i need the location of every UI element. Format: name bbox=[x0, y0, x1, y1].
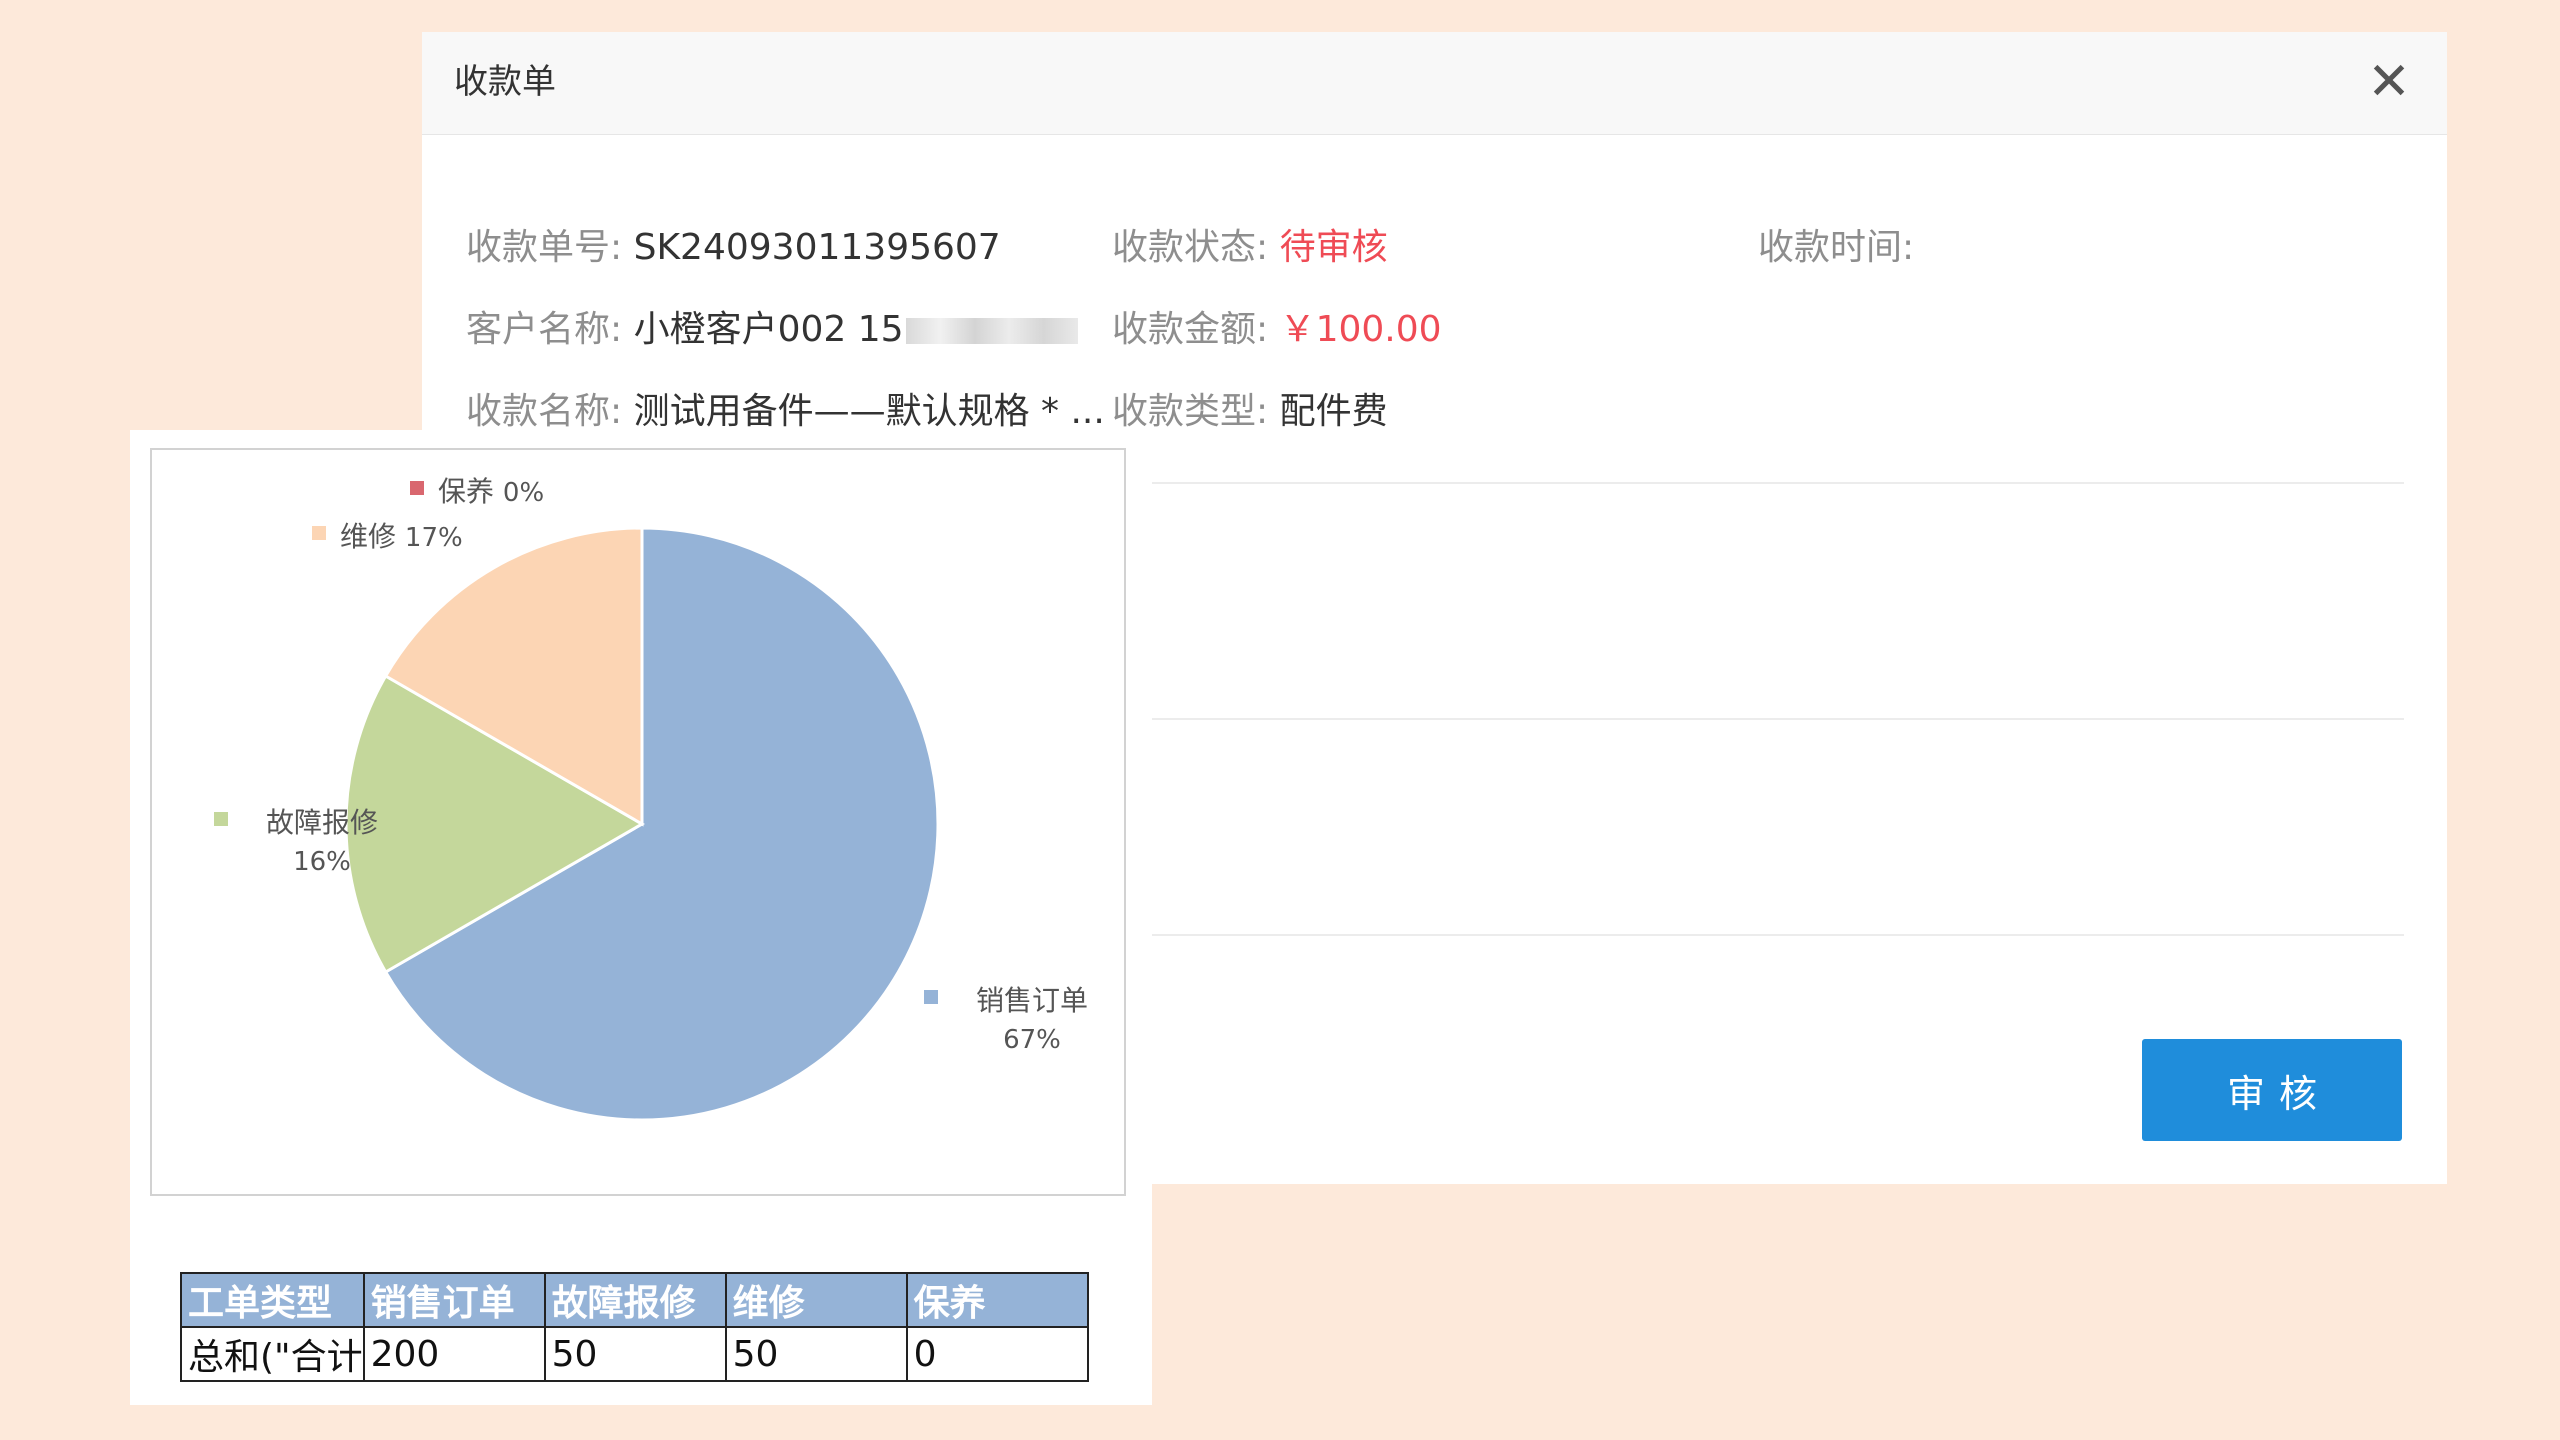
table-cell: 0 bbox=[905, 1326, 1089, 1382]
amount-label: 收款金额: bbox=[1112, 309, 1269, 350]
pie-label: 销售订单 bbox=[976, 984, 1088, 1017]
customer-value: 小橙客户002 15 bbox=[633, 309, 904, 350]
pie-label: 维修 17% bbox=[340, 520, 463, 553]
divider bbox=[1152, 718, 2404, 720]
masked-phone bbox=[905, 318, 1078, 344]
table-cell: 总和("合计 bbox=[180, 1326, 365, 1382]
pie-chart: 67% 销售订单 16% 故障报修 维修 17% 保养 0% bbox=[214, 475, 1088, 1122]
data-table: 工单类型 销售订单 故障报修 维修 保养 总和("合计 200 50 50 0 bbox=[180, 1272, 1089, 1382]
table-header-cell: 工单类型 bbox=[180, 1272, 365, 1328]
table-cell: 200 bbox=[362, 1326, 546, 1382]
status-field: 收款状态: 待审核 bbox=[1112, 218, 1388, 270]
name-field: 收款名称: 测试用备件——默认规格 * ... bbox=[466, 382, 1105, 434]
dialog-title: 收款单 bbox=[454, 62, 556, 102]
time-label: 收款时间: bbox=[1758, 227, 1915, 268]
pie-chart-frame: 67% 销售订单 16% 故障报修 维修 17% 保养 0% bbox=[150, 448, 1126, 1196]
type-value: 配件费 bbox=[1279, 391, 1388, 432]
divider bbox=[1152, 482, 2404, 484]
table-header-row: 工单类型 销售订单 故障报修 维修 保养 bbox=[180, 1272, 1089, 1328]
table-row: 总和("合计 200 50 50 0 bbox=[180, 1326, 1089, 1382]
legend-swatch bbox=[924, 990, 938, 1004]
table-cell: 50 bbox=[724, 1326, 908, 1382]
legend-swatch bbox=[410, 481, 424, 495]
status-value: 待审核 bbox=[1279, 227, 1388, 268]
amount-value: ￥100.00 bbox=[1279, 309, 1442, 350]
table-cell: 50 bbox=[543, 1326, 727, 1382]
customer-label: 客户名称: bbox=[466, 309, 623, 350]
chart-overlay: 67% 销售订单 16% 故障报修 维修 17% 保养 0% 工单类型 销售订单 故障报修… bbox=[130, 430, 1152, 1405]
pie-percent-label: 16% bbox=[293, 847, 351, 877]
status-label: 收款状态: bbox=[1112, 227, 1269, 268]
legend-swatch bbox=[214, 812, 228, 826]
table-header-cell: 维修 bbox=[724, 1272, 908, 1328]
order-no-field: 收款单号: SK24093011395607 bbox=[466, 218, 1001, 270]
pie-label: 保养 0% bbox=[438, 475, 544, 508]
amount-field: 收款金额: ￥100.00 bbox=[1112, 300, 1442, 352]
pie-percent-label: 67% bbox=[1003, 1025, 1061, 1055]
time-field: 收款时间: bbox=[1758, 218, 1914, 270]
dialog-header: 收款单 ✕ bbox=[422, 32, 2447, 135]
close-icon[interactable]: ✕ bbox=[2361, 54, 2417, 110]
divider bbox=[1152, 934, 2404, 936]
type-field: 收款类型: 配件费 bbox=[1112, 382, 1388, 434]
name-value: 测试用备件——默认规格 * ... bbox=[633, 391, 1105, 432]
type-label: 收款类型: bbox=[1112, 391, 1269, 432]
table-header-cell: 故障报修 bbox=[543, 1272, 727, 1328]
audit-button[interactable]: 审核 bbox=[2142, 1039, 2402, 1141]
legend-swatch bbox=[312, 526, 326, 540]
order-no-label: 收款单号: bbox=[466, 227, 623, 268]
order-no-value: SK24093011395607 bbox=[633, 227, 1001, 268]
pie-label: 故障报修 bbox=[266, 806, 378, 839]
customer-field: 客户名称: 小橙客户002 15 bbox=[466, 300, 1078, 352]
name-label: 收款名称: bbox=[466, 391, 623, 432]
table-header-cell: 销售订单 bbox=[362, 1272, 546, 1328]
table-header-cell: 保养 bbox=[905, 1272, 1089, 1328]
